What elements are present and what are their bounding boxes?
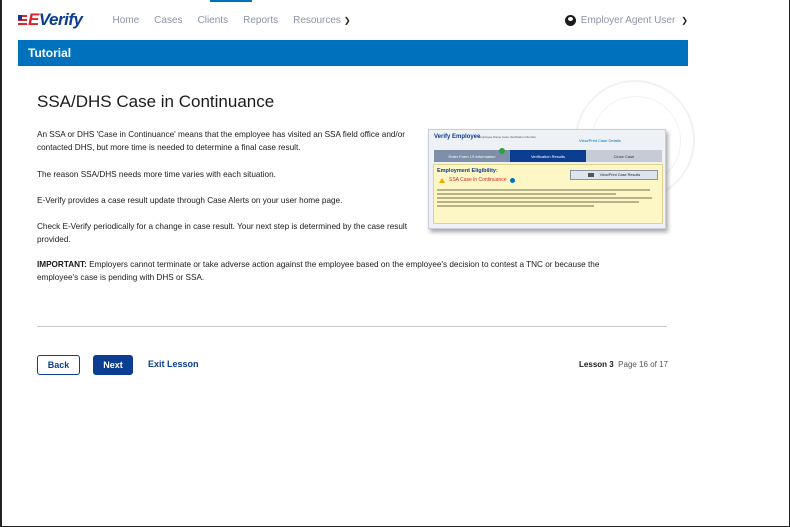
paragraph-important: IMPORTANT: Employers cannot terminate or…	[37, 258, 637, 284]
lesson-number: Lesson 3	[579, 360, 614, 369]
next-button[interactable]: Next	[93, 355, 133, 375]
example-screenshot: Verify Employee Employee Name Case Verif…	[428, 129, 666, 229]
page-title: SSA/DHS Case in Continuance	[37, 92, 275, 111]
back-button[interactable]: Back	[37, 355, 80, 375]
nav-resources-label: Resources	[293, 14, 341, 26]
nav-cases[interactable]: Cases	[154, 15, 182, 26]
info-icon	[509, 177, 515, 183]
nav-links: Home Cases Clients Reports Resources ❯	[112, 15, 365, 26]
exit-lesson-link[interactable]: Exit Lesson	[148, 359, 199, 369]
flag-icon	[18, 14, 27, 26]
important-text: Employers cannot terminate or take adver…	[37, 260, 600, 282]
screenshot-meta: Employee Name Case Verification Number	[479, 135, 537, 139]
divider	[37, 326, 667, 327]
window-edge	[0, 0, 2, 527]
screenshot-heading: Verify Employee	[434, 134, 481, 140]
printer-icon	[587, 173, 594, 177]
step-2: Verification Results	[510, 150, 586, 162]
user-name: Employer Agent User	[580, 14, 676, 26]
eligibility-panel: Employment Eligibility: SSA Case in Cont…	[433, 164, 663, 224]
top-navigation: E Verify Home Cases Clients Reports Reso…	[18, 0, 688, 40]
warning-icon	[439, 177, 445, 183]
chevron-down-icon: ❯	[681, 15, 688, 25]
logo-text: Verify	[38, 10, 83, 29]
lesson-progress: Lesson 3 Page 16 of 17	[579, 360, 668, 369]
screenshot-steps: Enter Form I-9 Information Verification …	[434, 150, 662, 162]
page-count: Page 16 of 17	[618, 360, 668, 369]
important-label: IMPORTANT:	[37, 260, 87, 269]
active-nav-indicator	[210, 0, 252, 2]
chevron-down-icon: ❯	[343, 15, 351, 25]
print-results-button: View/Print Case Results	[570, 170, 658, 180]
paragraph-definition: An SSA or DHS 'Case in Continuance' mean…	[37, 130, 405, 152]
eligibility-title: Employment Eligibility:	[437, 168, 498, 174]
user-menu[interactable]: Employer Agent User ❯	[564, 14, 688, 26]
everify-logo[interactable]: E Verify	[18, 10, 83, 30]
check-icon	[499, 148, 505, 154]
paragraph-reason: The reason SSA/DHS needs more time varie…	[37, 170, 276, 179]
nav-clients[interactable]: Clients	[198, 15, 229, 26]
nav-resources[interactable]: Resources ❯	[293, 15, 351, 26]
status-text: SSA Case in Continuance	[449, 177, 507, 183]
nav-home[interactable]: Home	[112, 15, 139, 26]
nav-reports[interactable]: Reports	[243, 15, 278, 26]
paragraph-check: Check E-Verify periodically for a change…	[37, 222, 407, 244]
user-icon	[564, 14, 576, 26]
paragraph-case-alerts: E-Verify provides a case result update t…	[37, 196, 343, 205]
logo-prefix: E	[28, 10, 39, 29]
tutorial-bar: Tutorial	[18, 40, 688, 66]
tutorial-label: Tutorial	[28, 46, 72, 60]
screenshot-view-link: View/Print Case Details	[579, 138, 621, 143]
eligibility-status: SSA Case in Continuance	[439, 177, 515, 183]
eligibility-text-lines	[437, 189, 661, 209]
print-button-label: View/Print Case Results	[599, 173, 641, 177]
step-3: Close Case	[586, 150, 662, 162]
